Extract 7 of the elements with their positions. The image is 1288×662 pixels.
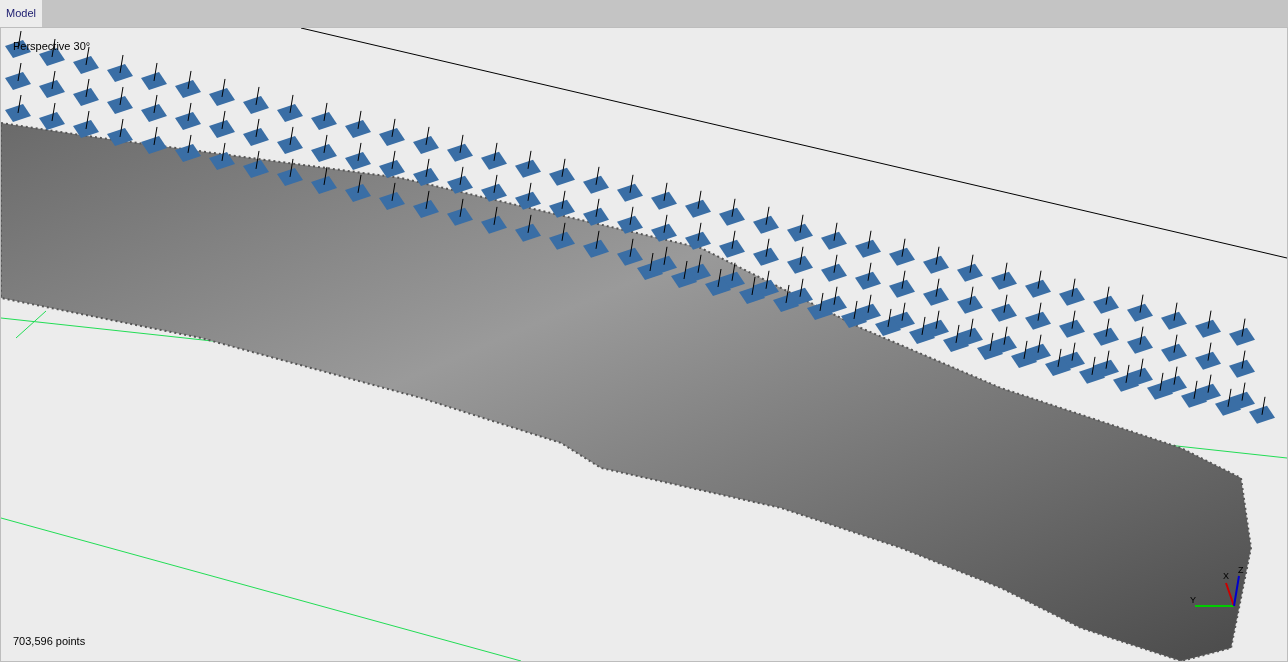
guide-line xyxy=(15,310,47,339)
axis-gizmo-icon xyxy=(1194,575,1240,607)
axis-label: Y xyxy=(1190,595,1196,605)
axis-label: Z xyxy=(1238,565,1244,575)
axis-label: X xyxy=(1223,571,1229,581)
point-count: 703,596 points xyxy=(13,633,86,649)
tab[interactable]: Model xyxy=(0,0,42,27)
